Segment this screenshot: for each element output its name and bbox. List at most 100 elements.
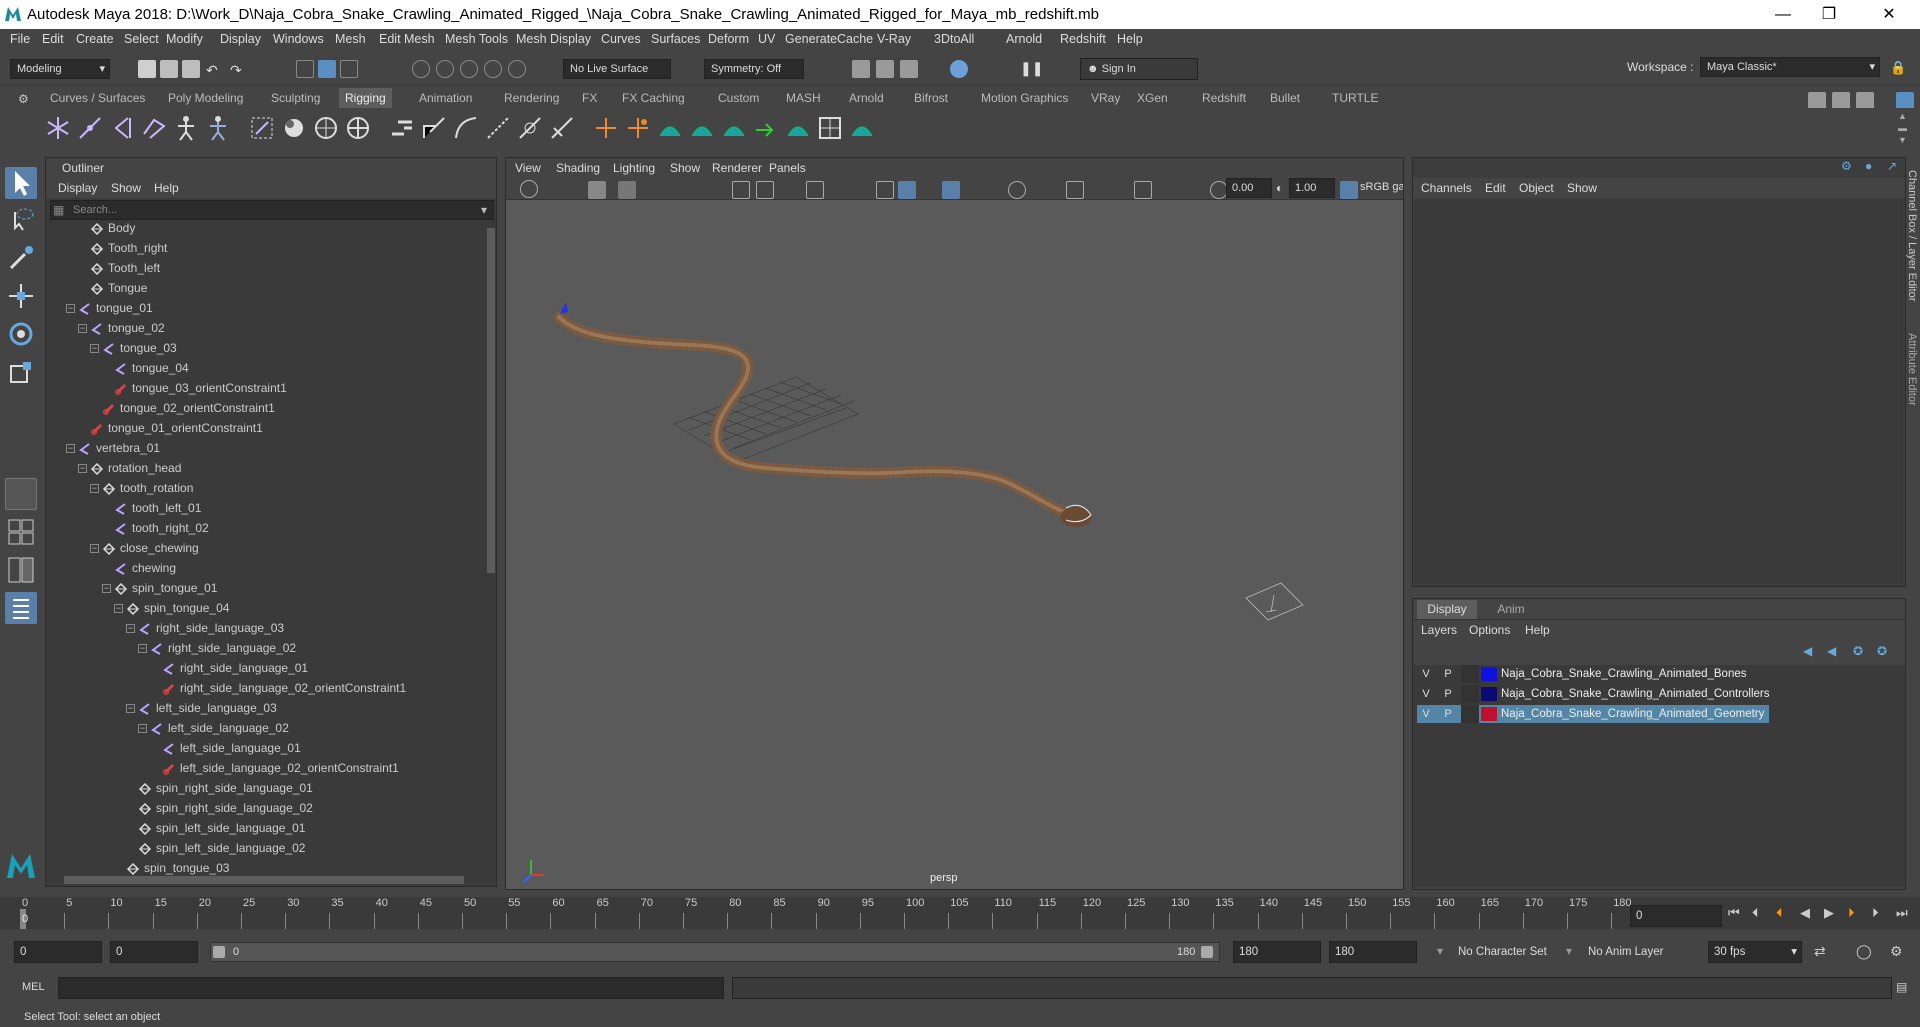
outliner-item[interactable]: spin_left_side_language_02 bbox=[138, 838, 305, 858]
scroll-thumb[interactable] bbox=[64, 876, 464, 884]
time-slider-ticks[interactable]: 0 5 10 15 20 25 30 35 40 45 50 55 60 65 70 75 80 85 90 95 10… bbox=[20, 897, 1632, 929]
collapse-toggle-icon[interactable]: − bbox=[138, 644, 147, 653]
time-slider[interactable]: 0 5 10 15 20 25 30 35 40 45 50 55 60 65 70 75 80 85 90 95 10… bbox=[0, 897, 1920, 929]
viewport-menu-panels[interactable]: Panels bbox=[769, 161, 806, 175]
menu-mesh-display[interactable]: Mesh Display bbox=[516, 32, 591, 46]
lock-icon[interactable]: 🔒 bbox=[1890, 60, 1908, 78]
ipr-render-icon[interactable] bbox=[876, 60, 894, 78]
auto-key-icon[interactable]: ◯ bbox=[1856, 943, 1872, 960]
shelf-tab-rigging[interactable]: Rigging bbox=[339, 88, 392, 108]
open-scene-icon[interactable] bbox=[160, 60, 178, 78]
exposure-field[interactable]: 0.00 bbox=[1226, 178, 1272, 198]
viewport-menu-lighting[interactable]: Lighting bbox=[613, 161, 655, 175]
pause-icon[interactable]: ❚❚ bbox=[1020, 60, 1043, 78]
menu-select[interactable]: Select bbox=[124, 32, 159, 46]
snap-point-icon[interactable] bbox=[460, 60, 478, 78]
film-gate-icon[interactable] bbox=[756, 181, 774, 199]
sign-in-button[interactable]: ☻ Sign In bbox=[1080, 58, 1198, 80]
camera-attributes-icon[interactable] bbox=[588, 181, 606, 199]
scale-constraint-icon[interactable] bbox=[816, 114, 844, 142]
menu-deform[interactable]: Deform bbox=[708, 32, 749, 46]
outliner-item[interactable]: spin_tongue_04 bbox=[126, 598, 229, 618]
outliner-item[interactable]: vertebra_01 bbox=[78, 438, 160, 458]
mirror-joint-icon[interactable] bbox=[108, 114, 136, 142]
object-menu[interactable]: Object bbox=[1519, 181, 1554, 195]
outliner-item[interactable]: right_side_language_02 bbox=[150, 638, 296, 658]
step-back-key-icon[interactable]: ⏴ bbox=[1752, 905, 1759, 921]
outliner-search-field[interactable]: ▦ Search... ▾ bbox=[50, 200, 494, 220]
menu-file[interactable]: File bbox=[10, 32, 30, 46]
animation-end-field[interactable]: 180 bbox=[1329, 941, 1417, 963]
display-layer-row[interactable]: V P Naja_Cobra_Snake_Crawling_Animated_Con… bbox=[1417, 685, 1769, 703]
collapse-toggle-icon[interactable]: − bbox=[90, 344, 99, 353]
playback-end-field[interactable]: 180 bbox=[1233, 941, 1321, 963]
menu-uv[interactable]: UV bbox=[758, 32, 775, 46]
layer-display-type-toggle[interactable] bbox=[1461, 705, 1479, 723]
channel-box-float-icon[interactable]: ↗ bbox=[1887, 159, 1897, 173]
step-forward-frame-icon[interactable]: ⏵ bbox=[1848, 905, 1855, 921]
cluster-icon[interactable] bbox=[344, 114, 372, 142]
playback-start-field[interactable]: 0 bbox=[110, 941, 198, 963]
shelf-tab-fx-caching[interactable]: FX Caching bbox=[616, 88, 691, 108]
outliner-item[interactable]: Tooth_left bbox=[90, 258, 160, 278]
live-surface-field[interactable]: No Live Surface bbox=[563, 59, 671, 79]
step-forward-key-icon[interactable]: ⏵ bbox=[1872, 905, 1879, 921]
layer-color-swatch[interactable] bbox=[1481, 707, 1497, 721]
viewport-menu-show[interactable]: Show bbox=[670, 161, 700, 175]
parent-constraint-icon[interactable] bbox=[656, 114, 684, 142]
layer-visibility-toggle[interactable]: V bbox=[1417, 705, 1435, 723]
lattice-icon[interactable] bbox=[312, 114, 340, 142]
select-hierarchy-icon[interactable] bbox=[296, 60, 314, 78]
orient-constraint-icon[interactable] bbox=[720, 114, 748, 142]
animation-start-field[interactable]: 0 bbox=[14, 941, 102, 963]
outliner-item[interactable]: tooth_rotation bbox=[102, 478, 193, 498]
locator-icon[interactable] bbox=[592, 114, 620, 142]
outliner-horizontal-scrollbar[interactable] bbox=[54, 875, 484, 885]
bind-skin-icon[interactable] bbox=[248, 114, 276, 142]
show-menu[interactable]: Show bbox=[1567, 181, 1597, 195]
shelf-tab-curves-surfaces[interactable]: Curves / Surfaces bbox=[44, 88, 151, 108]
attribute-editor-side-tab[interactable]: Attribute Editor bbox=[1906, 333, 1918, 406]
outliner-item[interactable]: left_side_language_02 bbox=[150, 718, 289, 738]
command-language-label[interactable]: MEL bbox=[22, 981, 45, 993]
loop-icon[interactable]: ⇄ bbox=[1814, 943, 1826, 960]
viewport-menu-renderer[interactable]: Renderer bbox=[712, 161, 762, 175]
options-menu[interactable]: Options bbox=[1469, 623, 1510, 637]
redo-icon[interactable]: ↷ bbox=[230, 62, 248, 80]
gamma-field[interactable]: 1.00 bbox=[1289, 178, 1335, 198]
point-constraint-icon[interactable] bbox=[688, 114, 716, 142]
collapse-toggle-icon[interactable]: − bbox=[90, 484, 99, 493]
select-component-icon[interactable] bbox=[340, 60, 358, 78]
blend-shape-icon[interactable] bbox=[516, 114, 544, 142]
ik-handle-icon[interactable] bbox=[388, 114, 416, 142]
scale-tool-icon[interactable] bbox=[5, 356, 37, 388]
lasso-tool-icon[interactable] bbox=[5, 204, 37, 236]
collapse-toggle-icon[interactable]: − bbox=[102, 584, 111, 593]
shadows-icon[interactable] bbox=[1008, 181, 1026, 199]
shelf-tab-poly-modeling[interactable]: Poly Modeling bbox=[162, 88, 249, 108]
outliner-item[interactable]: tooth_left_01 bbox=[114, 498, 201, 518]
shelf-tab-bullet[interactable]: Bullet bbox=[1264, 88, 1306, 108]
safe-action-icon[interactable] bbox=[806, 181, 824, 199]
pole-vector-constraint-icon[interactable] bbox=[784, 114, 812, 142]
shelf-tab-fx[interactable]: FX bbox=[576, 88, 603, 108]
symmetry-selector[interactable]: Symmetry: Off bbox=[704, 59, 804, 79]
play-backwards-icon[interactable]: ◀ bbox=[1800, 905, 1810, 921]
menu-display[interactable]: Display bbox=[220, 32, 261, 46]
viewport-menu-shading[interactable]: Shading bbox=[556, 161, 600, 175]
outliner-item[interactable]: left_side_language_01 bbox=[162, 738, 301, 758]
menu-edit[interactable]: Edit bbox=[42, 32, 64, 46]
sculpt-deformer-icon[interactable] bbox=[624, 114, 652, 142]
edit-menu[interactable]: Edit bbox=[1485, 181, 1506, 195]
outliner-item[interactable]: right_side_language_02_orientConstraint1 bbox=[162, 678, 406, 698]
outliner-item[interactable]: spin_tongue_03 bbox=[126, 858, 229, 875]
collapse-toggle-icon[interactable]: − bbox=[126, 624, 135, 633]
shelf-tab-xgen[interactable]: XGen bbox=[1131, 88, 1174, 108]
collapse-toggle-icon[interactable]: − bbox=[66, 304, 75, 313]
outliner-item[interactable]: tongue_03_orientConstraint1 bbox=[114, 378, 287, 398]
shelf-tab-turtle[interactable]: TURTLE bbox=[1326, 88, 1384, 108]
snap-grid-icon[interactable] bbox=[412, 60, 430, 78]
outliner-item[interactable]: Tooth_right bbox=[90, 238, 167, 258]
animation-preferences-icon[interactable]: ⚙ bbox=[1890, 943, 1903, 960]
range-start-handle[interactable] bbox=[213, 946, 225, 958]
